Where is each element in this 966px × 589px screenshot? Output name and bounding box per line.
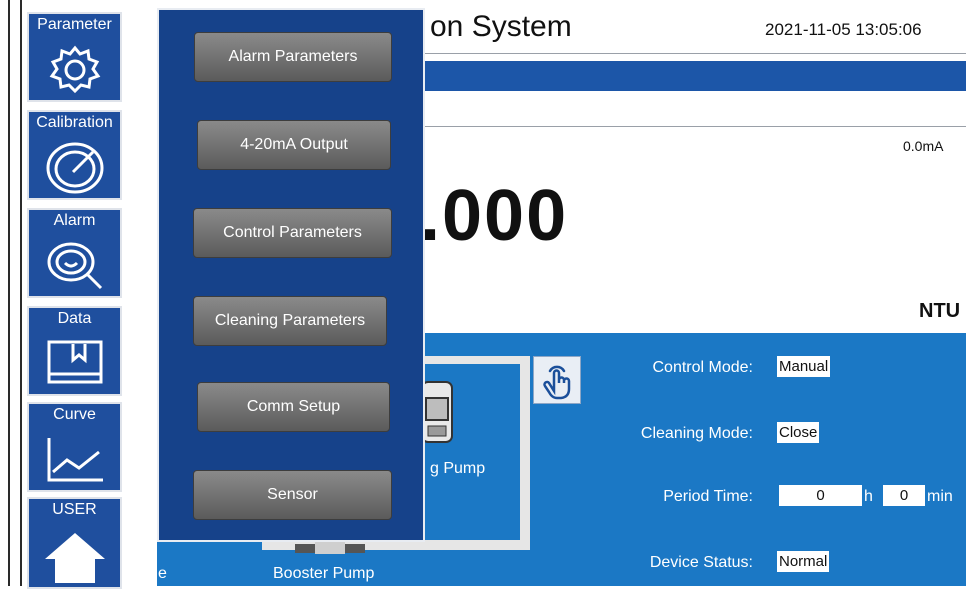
gauge-icon xyxy=(46,142,104,194)
booster-pump-label: Booster Pump xyxy=(273,565,375,582)
sensor-button[interactable]: Sensor xyxy=(193,470,392,520)
cleaning-pump-label: g Pump xyxy=(430,460,486,477)
period-minutes-input[interactable]: 0 xyxy=(883,485,925,506)
period-hours-input[interactable]: 0 xyxy=(779,485,862,506)
device-status-value: Normal xyxy=(777,551,830,572)
nav-parameter-button[interactable]: Parameter xyxy=(27,12,122,102)
gear-icon xyxy=(49,45,101,94)
nav-user-button[interactable]: USER xyxy=(27,497,122,589)
left-nav: Parameter Calibration Alarm Data Curve U… xyxy=(0,0,157,589)
nav-alarm-button[interactable]: Alarm xyxy=(27,208,122,298)
current-output-value: 0.0mA xyxy=(903,138,944,154)
nav-calibration-button[interactable]: Calibration xyxy=(27,110,122,200)
alarm-magnifier-icon xyxy=(47,242,103,290)
nav-label: Calibration xyxy=(36,114,113,131)
comm-setup-button[interactable]: Comm Setup xyxy=(197,382,390,432)
alarm-parameters-button[interactable]: Alarm Parameters xyxy=(194,32,392,82)
cleaning-parameters-button[interactable]: Cleaning Parameters xyxy=(193,296,387,346)
nav-divider xyxy=(20,0,22,586)
divider xyxy=(420,126,966,127)
status-bar xyxy=(420,61,966,91)
divider xyxy=(420,53,966,54)
nav-label: Alarm xyxy=(53,212,96,229)
hours-unit: h xyxy=(864,488,873,505)
parameter-menu: Alarm Parameters 4-20mA Output Control P… xyxy=(157,8,425,542)
cleaning-mode-value: Close xyxy=(777,422,820,443)
datetime-display: 2021-11-05 13:05:06 xyxy=(765,20,922,39)
data-book-icon xyxy=(47,340,103,384)
nav-label: Curve xyxy=(53,406,96,423)
control-parameters-button[interactable]: Control Parameters xyxy=(193,208,392,258)
minutes-unit: min xyxy=(927,488,953,505)
nav-label: Data xyxy=(57,310,92,327)
period-time-label: Period Time: xyxy=(663,488,753,505)
control-mode-value: Manual xyxy=(777,356,831,377)
nav-divider xyxy=(8,0,10,586)
output-4-20ma-button[interactable]: 4-20mA Output xyxy=(197,120,391,170)
control-mode-label: Control Mode: xyxy=(652,359,754,376)
trend-chart-icon xyxy=(47,438,103,482)
reading-unit: NTU xyxy=(919,300,961,322)
booster-pump-icon xyxy=(295,542,365,554)
home-icon xyxy=(45,533,105,583)
nav-label: USER xyxy=(52,501,97,518)
pump-label-fragment: e xyxy=(158,565,167,582)
nav-curve-button[interactable]: Curve xyxy=(27,402,122,492)
turbidity-reading: .000 xyxy=(420,176,569,256)
cleaning-mode-label: Cleaning Mode: xyxy=(640,425,753,442)
device-status-label: Device Status: xyxy=(649,554,753,571)
nav-data-button[interactable]: Data xyxy=(27,306,122,396)
nav-label: Parameter xyxy=(37,16,112,33)
page-title: on System xyxy=(430,10,572,43)
